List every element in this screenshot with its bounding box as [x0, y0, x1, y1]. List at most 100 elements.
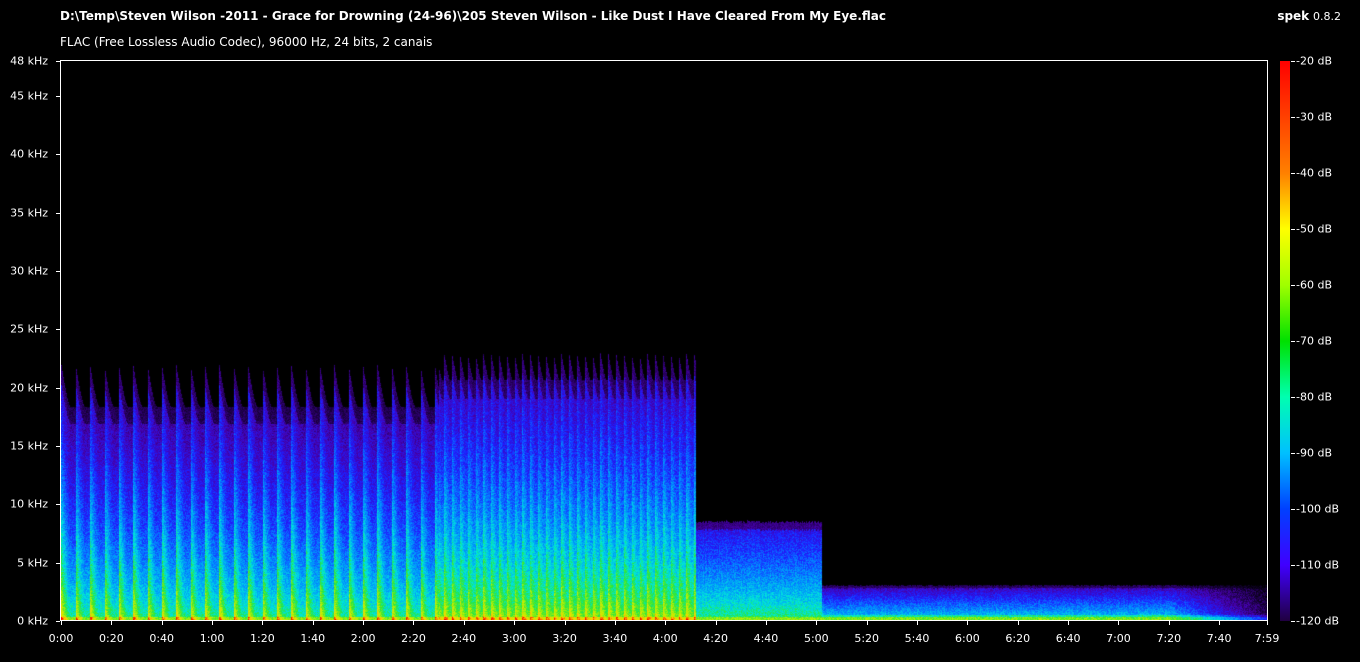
y-tick-mark — [56, 96, 60, 97]
x-tick-mark — [765, 621, 767, 625]
x-tick-mark — [1219, 621, 1221, 625]
y-tick-mark — [56, 212, 60, 214]
x-tick-label: 7:20 — [1156, 632, 1182, 645]
x-tick-label: 3:20 — [552, 632, 577, 645]
y-tick-mark — [56, 621, 60, 622]
spectrogram-canvas[interactable] — [61, 61, 1268, 621]
y-tick-mark — [56, 61, 60, 62]
db-tick-mark — [1291, 117, 1295, 118]
y-tick-mark — [56, 504, 60, 506]
db-tick-label: -60 dB — [1296, 278, 1332, 292]
x-tick-mark — [967, 621, 969, 625]
x-tick-mark — [312, 621, 314, 625]
db-tick-mark — [1291, 285, 1295, 286]
x-tick-label: 5:20 — [854, 632, 880, 645]
x-tick-label: 6:00 — [955, 632, 980, 645]
x-tick-mark — [816, 621, 818, 625]
db-tick-mark — [1291, 621, 1295, 622]
db-tick-mark — [1291, 565, 1295, 566]
y-tick-label: 25 kHz — [10, 322, 48, 336]
x-tick-label: 7:40 — [1206, 632, 1232, 645]
x-tick-mark — [161, 621, 163, 625]
app-version: 0.8.2 — [1313, 10, 1341, 23]
x-tick-mark — [61, 621, 62, 625]
y-tick-label: 40 kHz — [10, 147, 48, 161]
x-tick-mark — [1118, 621, 1120, 625]
y-tick-mark — [56, 387, 60, 389]
db-tick-label: -80 dB — [1296, 390, 1332, 404]
db-tick-label: -20 dB — [1296, 54, 1332, 68]
x-tick-mark — [917, 621, 919, 625]
y-tick-label: 20 kHz — [10, 381, 48, 395]
x-tick-label: 4:40 — [753, 632, 779, 645]
x-tick-mark — [715, 621, 717, 625]
x-tick-mark — [1267, 621, 1268, 625]
y-tick-mark — [56, 271, 60, 272]
y-tick-label: 5 kHz — [17, 556, 48, 570]
db-tick-mark — [1291, 397, 1295, 398]
x-tick-label: 3:00 — [501, 632, 527, 645]
x-tick-label: 1:00 — [199, 632, 225, 645]
x-tick-label: 4:20 — [703, 632, 728, 645]
db-tick-mark — [1291, 341, 1295, 342]
x-tick-mark — [212, 621, 214, 625]
db-tick-label: -90 dB — [1296, 446, 1332, 460]
y-tick-label: 15 kHz — [10, 439, 48, 453]
x-tick-label: 6:40 — [1055, 632, 1081, 645]
db-tick-label: -40 dB — [1296, 166, 1332, 180]
x-tick-mark — [665, 621, 667, 625]
db-tick-mark — [1291, 509, 1295, 510]
x-tick-label: 7:00 — [1106, 632, 1131, 645]
x-tick-label: 0:40 — [149, 632, 175, 645]
x-tick-mark — [111, 621, 113, 625]
y-tick-label: 35 kHz — [10, 206, 48, 220]
file-path-title: D:\Temp\Steven Wilson -2011 - Grace for … — [60, 9, 886, 23]
db-tick-mark — [1291, 173, 1295, 174]
x-tick-label: 2:00 — [350, 632, 376, 645]
db-tick-label: -120 dB — [1296, 614, 1339, 628]
y-tick-label: 0 kHz — [17, 614, 48, 628]
db-tick-mark — [1291, 61, 1295, 62]
y-tick-mark — [56, 329, 60, 331]
y-tick-mark — [56, 562, 60, 564]
x-tick-mark — [614, 621, 616, 625]
x-tick-label: 7:59 — [1254, 632, 1280, 645]
x-tick-label: 4:00 — [652, 632, 678, 645]
x-tick-mark — [463, 621, 465, 625]
x-tick-mark — [1017, 621, 1019, 625]
app-brand: spek 0.8.2 — [1277, 9, 1341, 23]
db-tick-label: -30 dB — [1296, 110, 1332, 124]
y-tick-label: 10 kHz — [10, 497, 48, 511]
x-tick-label: 1:40 — [300, 632, 326, 645]
x-tick-label: 1:20 — [250, 632, 275, 645]
db-tick-label: -100 dB — [1296, 502, 1339, 516]
x-tick-mark — [1068, 621, 1070, 625]
db-tick-label: -70 dB — [1296, 334, 1332, 348]
x-tick-label: 3:40 — [602, 632, 628, 645]
x-tick-mark — [363, 621, 365, 625]
x-tick-label: 6:20 — [1005, 632, 1031, 645]
x-tick-label: 0:20 — [98, 632, 124, 645]
y-tick-label: 45 kHz — [10, 89, 48, 103]
db-colorbar — [1280, 61, 1290, 621]
x-tick-label: 0:00 — [48, 632, 74, 645]
db-tick-label: -110 dB — [1296, 558, 1339, 572]
y-tick-mark — [56, 154, 60, 156]
y-tick-mark — [56, 446, 60, 447]
x-tick-mark — [564, 621, 566, 625]
x-tick-label: 2:20 — [401, 632, 426, 645]
y-tick-label: 30 kHz — [10, 264, 48, 278]
db-tick-mark — [1291, 229, 1295, 230]
y-tick-label: 48 kHz — [10, 54, 48, 68]
x-tick-mark — [866, 621, 868, 625]
db-tick-label: -50 dB — [1296, 222, 1332, 236]
stream-info: FLAC (Free Lossless Audio Codec), 96000 … — [60, 35, 433, 49]
x-tick-label: 5:00 — [803, 632, 829, 645]
x-tick-mark — [413, 621, 415, 625]
x-tick-mark — [262, 621, 264, 625]
db-tick-mark — [1291, 453, 1295, 454]
app-name: spek — [1277, 9, 1310, 23]
x-tick-label: 5:40 — [904, 632, 930, 645]
x-tick-label: 2:40 — [451, 632, 477, 645]
x-tick-mark — [1168, 621, 1170, 625]
